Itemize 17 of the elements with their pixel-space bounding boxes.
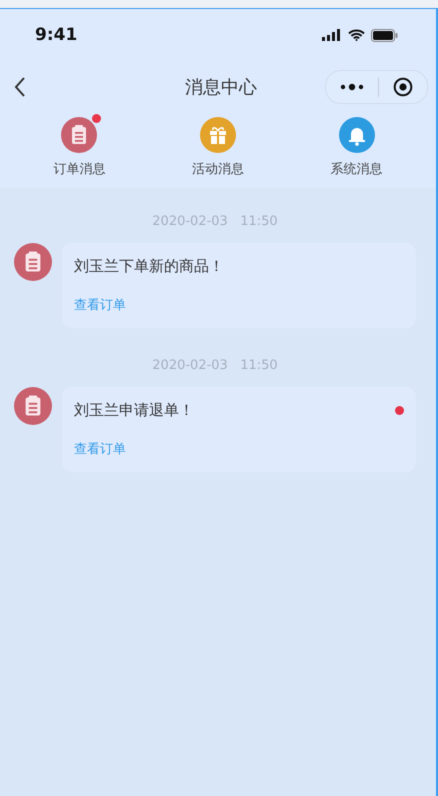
clipboard-icon [14, 243, 52, 281]
category-tab[interactable]: 订单消息 [29, 117, 130, 178]
message-time: 2020-02-03 11:50 [151, 358, 279, 373]
more-icon[interactable] [340, 83, 364, 91]
wifi-icon [348, 29, 365, 41]
page-title: 消息中心 [185, 76, 257, 99]
message-text: 刘玉兰下单新的商品！ [74, 257, 224, 276]
close-icon[interactable] [393, 77, 413, 97]
message-text: 刘玉兰申请退单！ [74, 401, 194, 420]
clipboard-icon [14, 387, 52, 425]
back-icon[interactable] [14, 77, 26, 97]
status-time: 9:41 [35, 25, 78, 45]
battery-icon [371, 28, 398, 42]
category-tab[interactable]: 系统消息 [306, 117, 407, 178]
signal-icon [322, 29, 342, 41]
message-time: 2020-02-03 11:50 [151, 214, 279, 229]
category-tab[interactable]: 活动消息 [168, 117, 268, 178]
